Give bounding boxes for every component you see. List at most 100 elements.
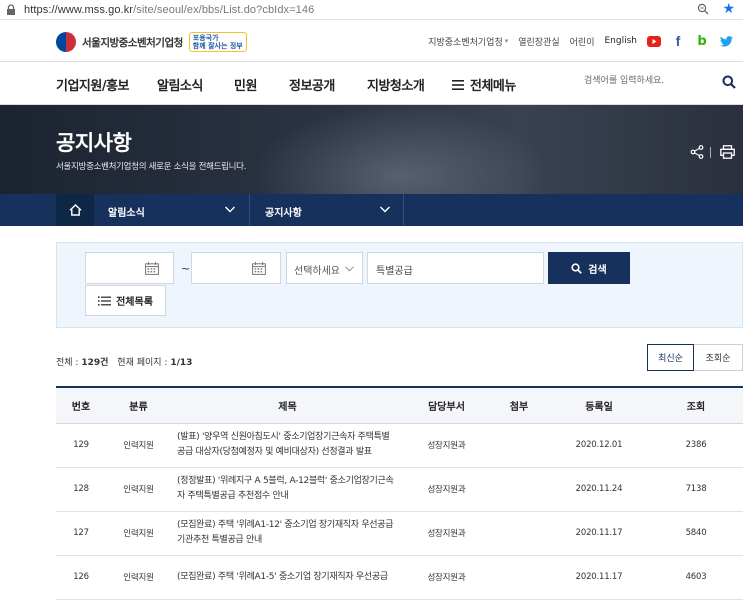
col-title: 제목 bbox=[171, 386, 404, 424]
chevron-down-icon bbox=[345, 264, 354, 275]
total-count: 129건 bbox=[81, 358, 109, 368]
home-icon[interactable] bbox=[56, 194, 94, 226]
row-department: 성장지원과 bbox=[404, 511, 489, 556]
breadcrumb-level1[interactable]: 알림소식 bbox=[108, 204, 145, 219]
link-minister-office[interactable]: 열린장관실 bbox=[518, 35, 559, 48]
top-links: 지방중소벤처기업청 ▾ 열린장관실 어린이 English f b bbox=[428, 33, 743, 49]
link-regional-office[interactable]: 지방중소벤처기업청 bbox=[428, 35, 503, 48]
page-label: 현재 페이지 : bbox=[117, 358, 168, 368]
breadcrumb: 알림소식 공지사항 bbox=[0, 194, 743, 226]
breadcrumb-level2[interactable]: 공지사항 bbox=[265, 204, 302, 219]
nav-item-business-support[interactable]: 기업지원/홍보 bbox=[56, 75, 130, 94]
chevron-down-icon[interactable] bbox=[379, 203, 391, 218]
search-input[interactable]: 검색어를 입력하세요. bbox=[584, 73, 664, 86]
search-button-label: 검색 bbox=[588, 264, 607, 276]
search-icon[interactable] bbox=[722, 75, 736, 92]
nav-item-info-disclosure[interactable]: 정보공개 bbox=[289, 75, 335, 94]
col-department: 담당부서 bbox=[404, 386, 489, 424]
slogan-line-1: 포용국가 bbox=[192, 34, 219, 42]
hero-background bbox=[250, 105, 550, 194]
slogan-badge: 포용국가 함께 잘사는 정부 bbox=[188, 32, 247, 52]
select-value: 선택하세요 bbox=[294, 266, 340, 277]
row-attachment bbox=[489, 423, 549, 468]
search-panel: ~ 선택하세요 특별공급 검색 전체목록 bbox=[56, 242, 743, 328]
page-title: 공지사항 bbox=[56, 131, 132, 155]
zoom-icon[interactable] bbox=[697, 3, 709, 18]
divider bbox=[403, 194, 404, 226]
chevron-down-icon[interactable] bbox=[224, 203, 236, 218]
calendar-icon[interactable] bbox=[252, 262, 266, 278]
table-row[interactable]: 126 인력지원 (모집완료) 주택 '위례A1-5' 중소기업 장기재직자 우… bbox=[56, 555, 743, 600]
nav-item-news[interactable]: 알림소식 bbox=[157, 75, 203, 94]
hamburger-icon bbox=[452, 79, 464, 90]
bookmark-star-icon[interactable]: ★ bbox=[722, 1, 735, 17]
facebook-icon[interactable]: f bbox=[671, 33, 685, 49]
row-title-link[interactable]: (정정발표) '위례지구 A 5블럭, A-12블럭' 중소기업장기근속 자 주택… bbox=[171, 467, 404, 512]
print-icon[interactable] bbox=[720, 145, 735, 162]
col-number: 번호 bbox=[56, 386, 106, 424]
search-button[interactable]: 검색 bbox=[548, 252, 630, 284]
page-count: 1/13 bbox=[170, 358, 193, 368]
divider bbox=[710, 147, 711, 158]
row-category: 인력지원 bbox=[106, 511, 171, 556]
share-icon[interactable] bbox=[690, 145, 704, 162]
blog-icon[interactable]: b bbox=[695, 34, 709, 49]
row-views: 5840 bbox=[649, 511, 743, 556]
row-number: 129 bbox=[56, 423, 106, 468]
date-to-field[interactable] bbox=[191, 252, 281, 284]
chevron-down-icon[interactable]: ▾ bbox=[505, 37, 509, 45]
row-title-link[interactable]: (모집완료) 주택 '위례A1-12' 중소기업 장기재직자 우선공급 기관추천 … bbox=[171, 511, 404, 556]
row-title-link[interactable]: (모집완료) 주택 '위례A1-5' 중소기업 장기재직자 우선공급 bbox=[171, 555, 404, 600]
nav-item-civil-petition[interactable]: 민원 bbox=[234, 75, 257, 94]
sort-latest-button[interactable]: 최신순 bbox=[647, 344, 694, 371]
sort-views-button[interactable]: 조회순 bbox=[694, 344, 743, 371]
nav-item-office-intro[interactable]: 지방청소개 bbox=[367, 75, 425, 94]
keyword-input[interactable]: 특별공급 bbox=[367, 252, 544, 284]
hero-banner: 공지사항 서울지방중소벤처기업청의 새로운 소식을 전해드립니다. bbox=[0, 105, 743, 194]
main-nav: 기업지원/홍보 알림소식 민원 정보공개 지방청소개 전체메뉴 검색어를 입력하… bbox=[0, 62, 743, 105]
list-all-label: 전체목록 bbox=[116, 297, 153, 308]
row-date: 2020.11.17 bbox=[549, 511, 649, 556]
link-english[interactable]: English bbox=[605, 36, 638, 46]
nav-all-menu[interactable]: 전체메뉴 bbox=[452, 75, 516, 94]
url-text[interactable]: https://www.mss.go.kr/site/seoul/ex/bbs/… bbox=[24, 4, 314, 16]
result-summary: 전체 : 129건 현재 페이지 : 1/13 bbox=[56, 355, 192, 368]
list-all-button[interactable]: 전체목록 bbox=[85, 285, 166, 316]
row-attachment bbox=[489, 555, 549, 600]
col-attachment: 첨부 bbox=[489, 386, 549, 424]
site-logo[interactable]: 서울지방중소벤처기업청 포용국가 함께 잘사는 정부 bbox=[56, 32, 247, 52]
lock-icon bbox=[6, 3, 16, 16]
browser-address-bar[interactable]: https://www.mss.go.kr/site/seoul/ex/bbs/… bbox=[0, 0, 743, 20]
search-type-select[interactable]: 선택하세요 bbox=[286, 252, 363, 284]
calendar-icon[interactable] bbox=[145, 262, 159, 278]
col-category: 분류 bbox=[106, 386, 171, 424]
row-category: 인력지원 bbox=[106, 423, 171, 468]
table-row[interactable]: 129 인력지원 (발표) '양우역 신원아침도시' 중소기업장기근속자 주택특… bbox=[56, 423, 743, 468]
table-row[interactable]: 127 인력지원 (모집완료) 주택 '위례A1-12' 중소기업 장기재직자 … bbox=[56, 511, 743, 556]
row-number: 127 bbox=[56, 511, 106, 556]
table-header-row: 번호 분류 제목 담당부서 첨부 등록일 조회 bbox=[56, 386, 743, 424]
row-department: 성장지원과 bbox=[404, 555, 489, 600]
row-attachment bbox=[489, 511, 549, 556]
link-kids[interactable]: 어린이 bbox=[570, 35, 595, 48]
date-from-field[interactable] bbox=[85, 252, 174, 284]
row-department: 성장지원과 bbox=[404, 467, 489, 512]
page-subtitle: 서울지방중소벤처기업청의 새로운 소식을 전해드립니다. bbox=[56, 162, 247, 172]
col-views: 조회 bbox=[649, 386, 743, 424]
row-title-link[interactable]: (발표) '양우역 신원아침도시' 중소기업장기근속자 주택특별 공급 대상자(당… bbox=[171, 423, 404, 468]
col-date: 등록일 bbox=[549, 386, 649, 424]
url-host: https://www.mss.go.kr bbox=[24, 3, 134, 16]
row-views: 2386 bbox=[649, 423, 743, 468]
taegeuk-logo-icon bbox=[56, 32, 76, 52]
total-label: 전체 : bbox=[56, 358, 79, 368]
row-category: 인력지원 bbox=[106, 467, 171, 512]
divider bbox=[249, 194, 250, 226]
table-row[interactable]: 128 인력지원 (정정발표) '위례지구 A 5블럭, A-12블럭' 중소기… bbox=[56, 467, 743, 512]
twitter-icon[interactable] bbox=[719, 34, 733, 48]
row-attachment bbox=[489, 467, 549, 512]
row-views: 4603 bbox=[649, 555, 743, 600]
row-title-line1: (발표) '양우역 신원아침도시' 중소기업장기근속자 주택특별 bbox=[177, 432, 390, 442]
youtube-icon[interactable] bbox=[647, 34, 661, 48]
row-date: 2020.11.24 bbox=[549, 467, 649, 512]
org-name: 서울지방중소벤처기업청 bbox=[82, 36, 183, 49]
